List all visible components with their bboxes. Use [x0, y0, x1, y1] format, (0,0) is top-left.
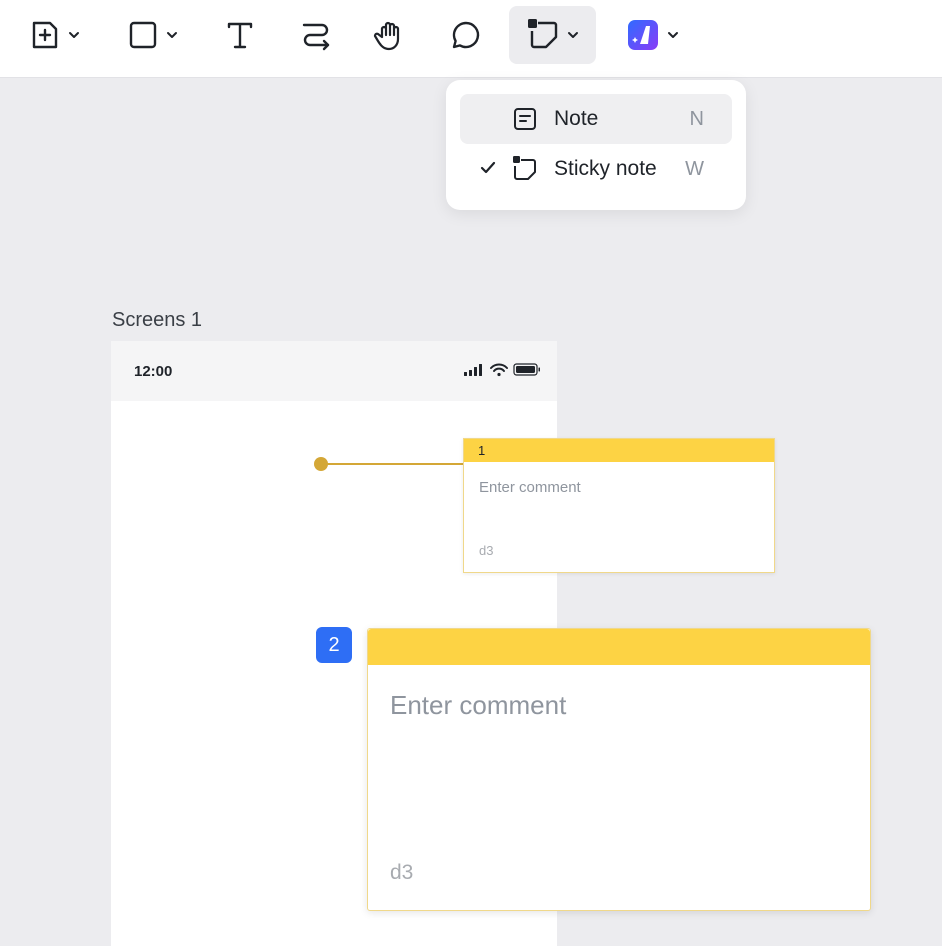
toolbar	[0, 0, 942, 78]
sticky-note-tool[interactable]	[509, 6, 596, 64]
battery-icon	[513, 363, 540, 376]
menu-item-shortcut: N	[689, 108, 704, 130]
shape-tool[interactable]	[120, 6, 186, 64]
status-bar: 12:00	[111, 341, 557, 401]
comment-tool[interactable]	[446, 6, 486, 64]
rectangle-icon	[129, 21, 157, 49]
frame-title[interactable]: Screens 1	[112, 308, 202, 332]
text-tool[interactable]	[220, 6, 260, 64]
comment-note-1[interactable]: 1 Enter comment d3	[463, 438, 775, 573]
connector-tool[interactable]	[296, 6, 336, 64]
ai-assistant-icon	[628, 20, 658, 50]
menu-item-label: Sticky note	[554, 157, 657, 180]
sticky-note-icon	[527, 19, 557, 49]
menu-item-shortcut: W	[685, 158, 704, 180]
status-time: 12:00	[134, 363, 173, 380]
note-author: d3	[390, 861, 414, 884]
connector-icon	[302, 23, 330, 51]
note-author: d3	[479, 543, 494, 558]
comment-icon	[452, 21, 480, 49]
hand-tool[interactable]	[370, 6, 410, 64]
note-header: 1	[464, 439, 774, 462]
menu-item-label: Note	[554, 107, 599, 130]
add-page-icon	[32, 21, 58, 49]
note-type-menu: Note N Sticky note W	[446, 80, 746, 210]
status-icons	[464, 363, 540, 377]
note-number: 1	[478, 443, 486, 458]
note-header	[368, 629, 870, 665]
chevron-down-icon	[668, 32, 678, 38]
note-icon	[514, 108, 536, 130]
signal-icon	[464, 364, 482, 376]
add-page-tool[interactable]	[20, 6, 90, 64]
note-connector-line	[321, 463, 465, 465]
note-number-badge[interactable]: 2	[316, 627, 352, 663]
hand-icon	[373, 21, 400, 51]
comment-note-2[interactable]: Enter comment d3	[367, 628, 871, 911]
sticky-note-icon	[513, 156, 536, 180]
comment-input[interactable]: Enter comment	[479, 479, 581, 496]
menu-item-sticky-note[interactable]: Sticky note W	[460, 144, 732, 194]
comment-input[interactable]: Enter comment	[390, 690, 566, 721]
ai-assistant-tool[interactable]	[620, 6, 686, 64]
chevron-down-icon	[167, 32, 177, 38]
note-anchor-handle[interactable]	[314, 457, 328, 471]
checkmark-icon	[480, 161, 496, 174]
menu-item-note[interactable]: Note N	[460, 94, 732, 144]
chevron-down-icon	[567, 32, 578, 38]
wifi-icon	[490, 363, 508, 377]
text-icon	[227, 22, 253, 49]
chevron-down-icon	[69, 32, 79, 38]
